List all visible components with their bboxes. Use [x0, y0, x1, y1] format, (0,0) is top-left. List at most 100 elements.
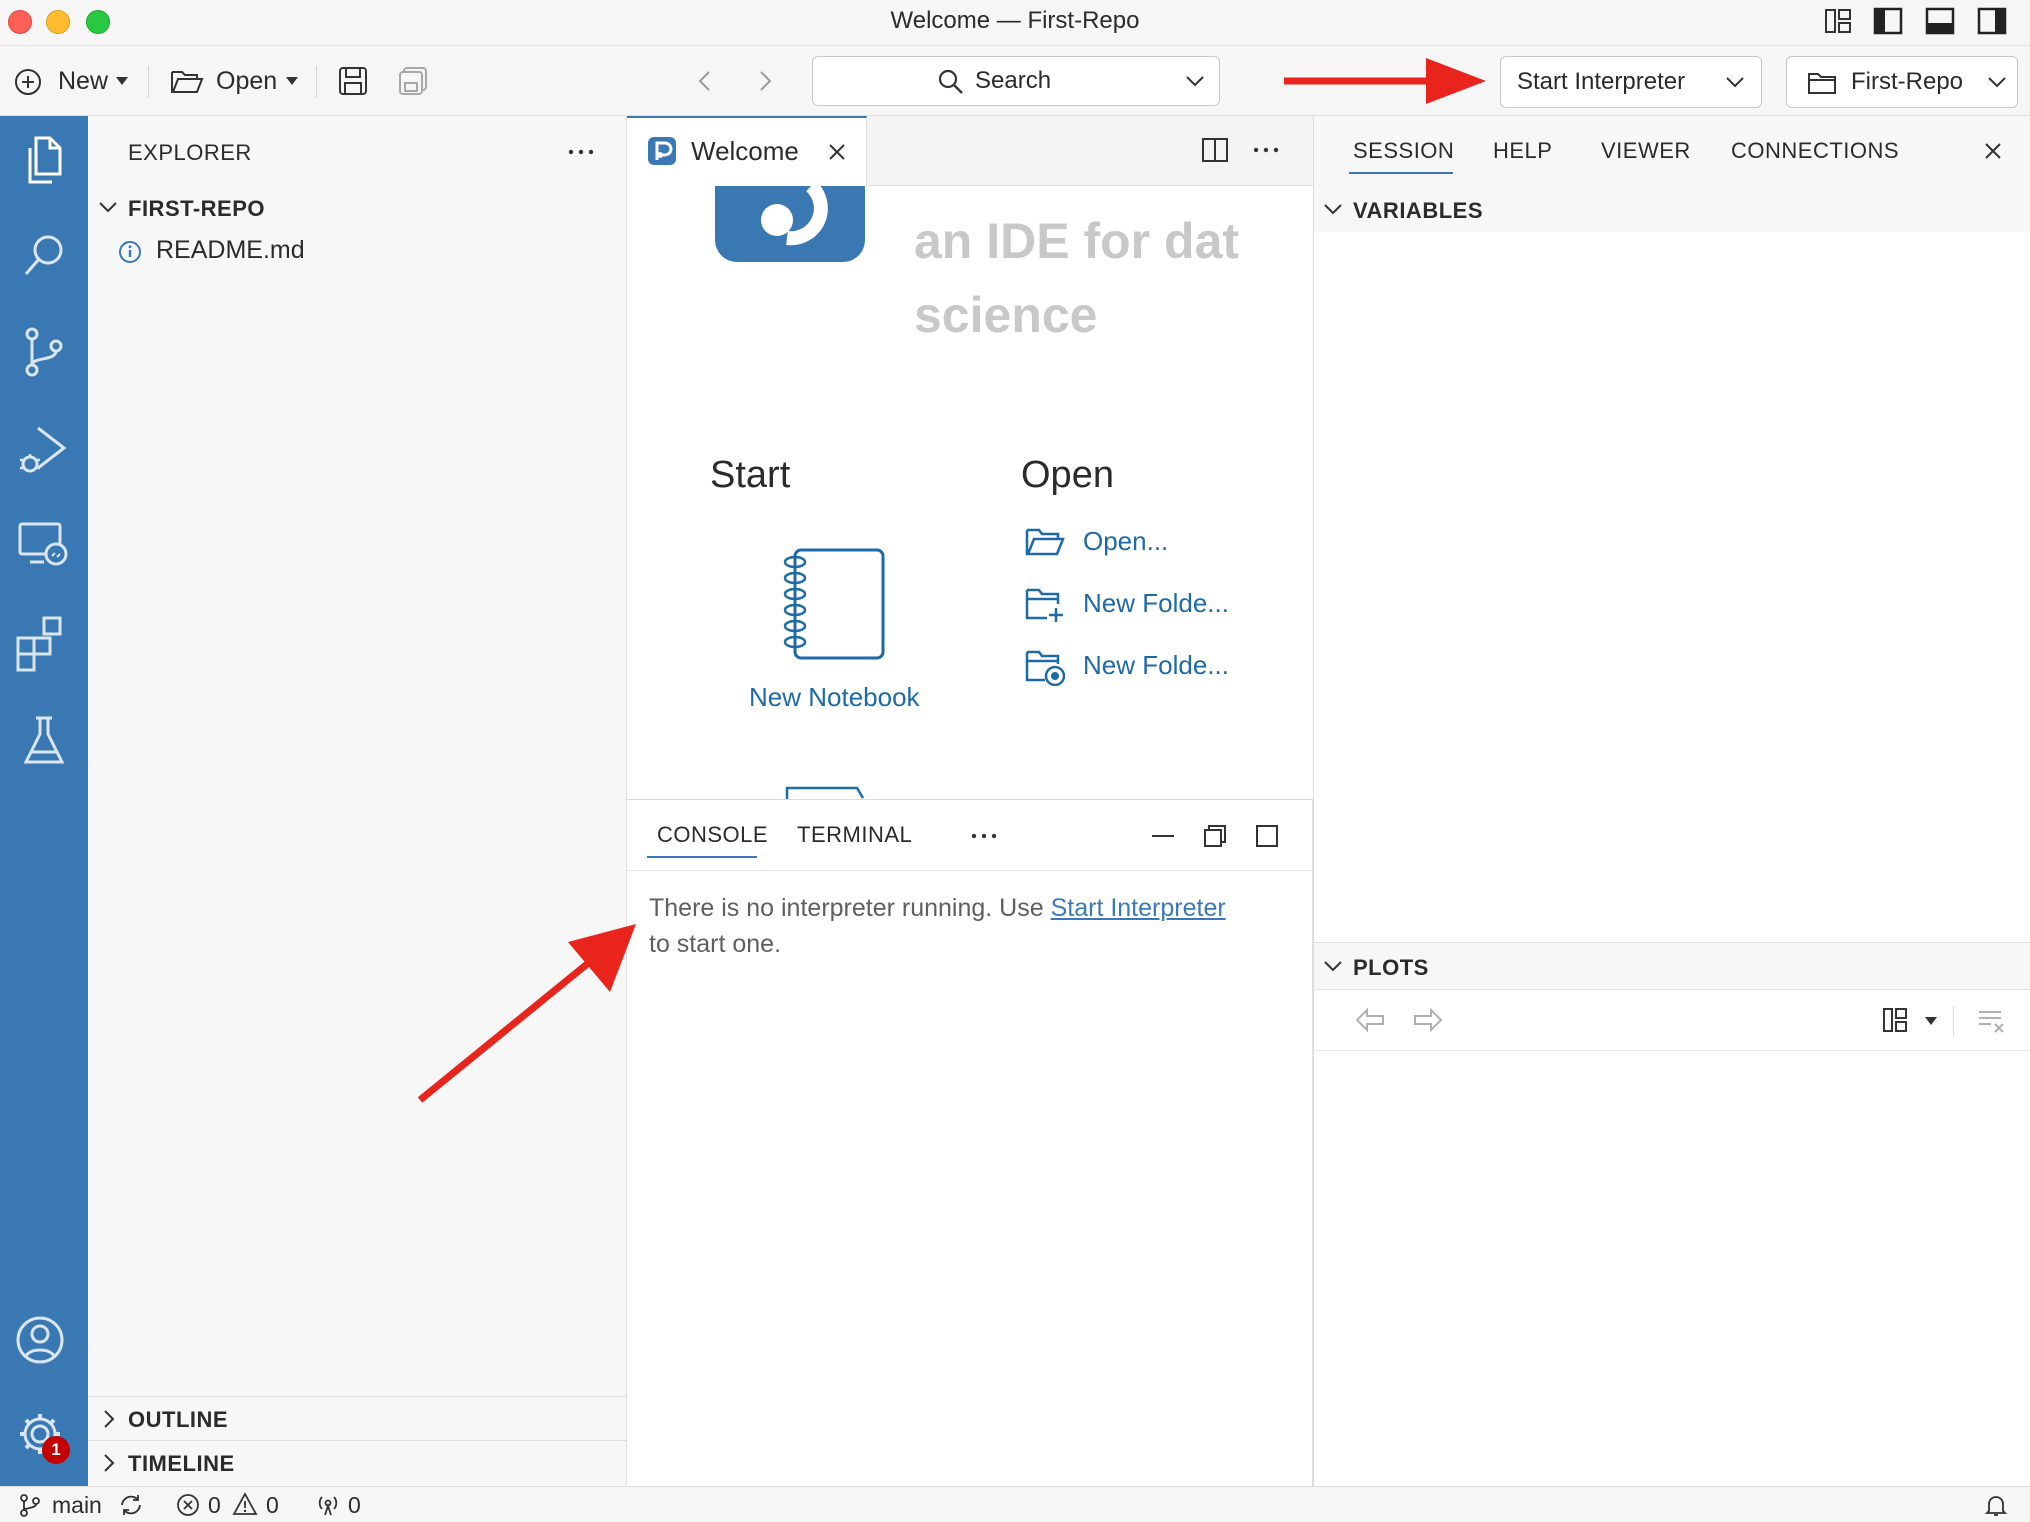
positron-logo-icon	[648, 137, 676, 165]
previous-plot-icon[interactable]	[1353, 1006, 1387, 1034]
explorer-header: EXPLORER	[128, 140, 252, 165]
more-actions-icon[interactable]	[566, 142, 596, 162]
caret-down-icon	[116, 77, 128, 85]
tab-connections[interactable]: CONNECTIONS	[1727, 128, 1900, 174]
secondary-panel: SESSION HELP VIEWER CONNECTIONS VARIABLE…	[1313, 116, 2030, 1486]
toolbar: New Open Search Start Interpreter First-…	[0, 46, 2030, 116]
close-icon[interactable]	[827, 142, 847, 162]
more-actions-icon[interactable]	[1251, 140, 1281, 160]
warning-icon[interactable]	[232, 1492, 258, 1516]
notifications-bell-icon[interactable]	[1984, 1493, 2008, 1517]
variables-section-header[interactable]: VARIABLES	[1313, 186, 2030, 232]
save-icon[interactable]	[336, 64, 370, 98]
folder-open-icon	[171, 71, 204, 93]
git-branch-icon	[20, 1494, 40, 1517]
search-icon[interactable]	[14, 226, 74, 286]
run-and-debug-icon[interactable]	[14, 420, 74, 480]
new-notebook-button[interactable]: New Notebook	[727, 546, 937, 726]
sync-icon[interactable]	[118, 1493, 144, 1517]
start-interpreter-link[interactable]: Start Interpreter	[1051, 894, 1226, 922]
tab-viewer-label: VIEWER	[1601, 138, 1691, 163]
more-actions-icon[interactable]	[969, 826, 999, 846]
outline-section[interactable]: OUTLINE	[88, 1396, 627, 1440]
accounts-icon[interactable]	[14, 1310, 74, 1370]
split-editor-icon[interactable]	[1201, 136, 1229, 164]
remote-explorer-icon[interactable]	[14, 516, 74, 576]
annotation-arrow-diagonal	[417, 924, 636, 1103]
open-button[interactable]: Open	[168, 46, 302, 116]
toggle-secondary-sidebar-icon[interactable]	[1976, 5, 2008, 37]
start-interpreter-button[interactable]: Start Interpreter	[1500, 56, 1762, 108]
customize-layout-icon[interactable]	[1822, 5, 1854, 37]
caret-down-icon[interactable]	[1925, 1017, 1937, 1025]
tab-welcome-label: Welcome	[691, 136, 799, 166]
tab-console[interactable]: CONSOLE	[647, 812, 768, 858]
notebook-icon	[783, 548, 885, 660]
folder-root-label: FIRST-REPO	[128, 196, 266, 221]
info-icon	[119, 241, 141, 263]
file-row-readme[interactable]: README.md	[88, 232, 627, 272]
tab-terminal[interactable]: TERMINAL	[787, 812, 917, 858]
title-bar: Welcome — First-Repo	[0, 0, 2030, 46]
close-icon[interactable]	[1983, 141, 2003, 161]
console-message: There is no interpreter running. Use Sta…	[649, 890, 1299, 962]
testing-flask-icon[interactable]	[14, 710, 74, 770]
new-folder-icon	[1025, 588, 1063, 622]
next-plot-icon[interactable]	[1411, 1006, 1445, 1034]
new-folder-from-git-link[interactable]: New Folde...	[1025, 646, 1295, 690]
toggle-primary-sidebar-icon[interactable]	[1872, 5, 1904, 37]
error-icon[interactable]	[176, 1493, 200, 1517]
folder-git-icon	[1025, 650, 1065, 686]
plus-circle-icon	[15, 69, 41, 95]
source-control-icon[interactable]	[14, 322, 74, 382]
tab-session[interactable]: SESSION	[1349, 128, 1454, 174]
plots-section-header[interactable]: PLOTS	[1313, 943, 2030, 989]
timeline-section[interactable]: TIMELINE	[88, 1440, 627, 1486]
plot-layout-icon[interactable]	[1881, 1006, 1909, 1034]
extensions-icon[interactable]	[14, 612, 74, 672]
back-arrow-icon[interactable]	[690, 66, 720, 96]
toolbar-separator	[148, 66, 149, 98]
new-folder-git-label: New Folde...	[1083, 650, 1229, 680]
errors-count: 0	[208, 1492, 221, 1518]
console-tabs-divider	[627, 870, 1313, 871]
restore-panel-icon[interactable]	[1201, 822, 1229, 850]
open-link-label: Open...	[1083, 526, 1169, 556]
branch-label[interactable]: main	[52, 1487, 102, 1522]
outline-label: OUTLINE	[128, 1407, 229, 1432]
tab-connections-label: CONNECTIONS	[1731, 138, 1900, 163]
console-message-text: There is no interpreter running. Use	[649, 894, 1051, 922]
minimize-panel-icon[interactable]	[1149, 822, 1177, 850]
forward-arrow-icon[interactable]	[750, 66, 780, 96]
workspace-folder-button[interactable]: First-Repo	[1786, 56, 2018, 108]
broadcast-icon[interactable]	[314, 1493, 342, 1517]
file-label: README.md	[156, 236, 305, 264]
clear-plots-icon[interactable]	[1977, 1006, 2007, 1034]
save-all-icon[interactable]	[396, 64, 430, 98]
folder-root-row[interactable]: FIRST-REPO	[88, 188, 627, 228]
toggle-panel-icon[interactable]	[1924, 5, 1956, 37]
tab-welcome[interactable]: Welcome	[627, 116, 867, 186]
variables-label: VARIABLES	[1353, 198, 1483, 223]
explorer-panel: EXPLORER FIRST-REPO README.md OUTLINE TI…	[88, 116, 627, 1486]
welcome-content: an IDE for dat science Start New Noteboo…	[627, 186, 1313, 799]
new-button[interactable]: New	[12, 46, 132, 116]
folder-open-icon	[1025, 528, 1065, 556]
tab-console-label: CONSOLE	[657, 822, 769, 847]
maximize-panel-icon[interactable]	[1253, 822, 1281, 850]
chevron-down-icon	[99, 202, 117, 213]
explorer-files-icon[interactable]	[14, 130, 74, 190]
new-folder-link[interactable]: New Folde...	[1025, 584, 1295, 628]
tab-help[interactable]: HELP	[1489, 128, 1559, 174]
toolbar-separator	[316, 66, 317, 98]
new-folder-label: New Folde...	[1083, 588, 1229, 618]
new-notebook-label: New Notebook	[749, 682, 920, 712]
open-link[interactable]: Open...	[1025, 522, 1295, 566]
console-panel: CONSOLE TERMINAL There is no interpreter…	[627, 799, 1313, 1486]
chevron-right-icon	[104, 1410, 115, 1428]
tab-viewer[interactable]: VIEWER	[1597, 128, 1691, 174]
settings-gear-icon[interactable]: 1	[14, 1406, 74, 1466]
annotation-arrow-right	[1284, 58, 1486, 104]
search-box[interactable]: Search	[812, 56, 1220, 106]
chevron-down-icon	[1186, 76, 1204, 87]
